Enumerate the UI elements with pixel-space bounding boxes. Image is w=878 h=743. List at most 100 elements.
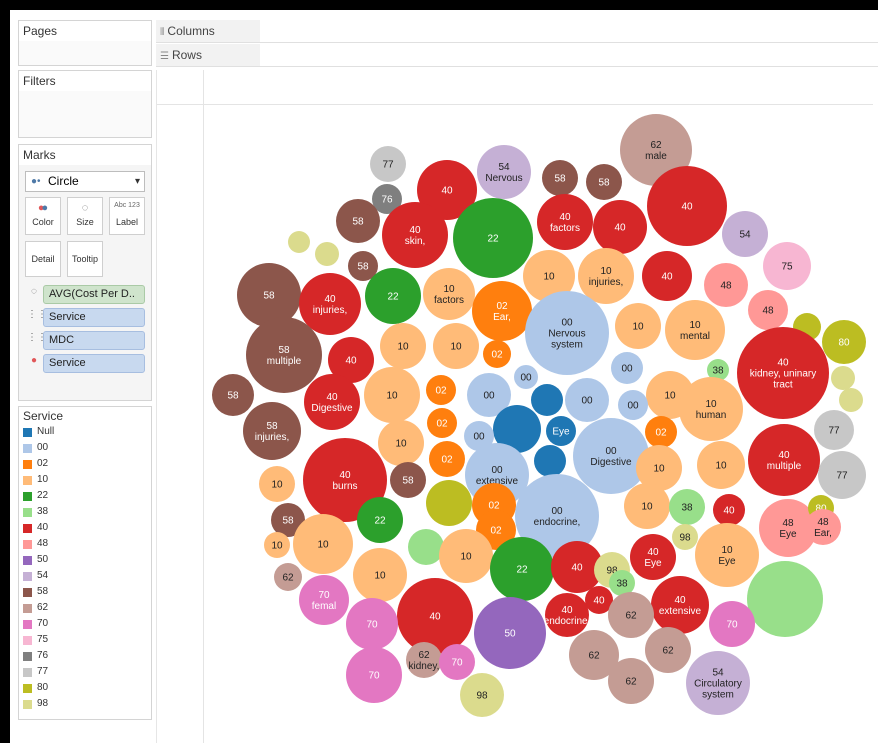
bubble-label: 02	[490, 526, 502, 537]
bubble-label: 54	[739, 230, 751, 241]
bubble-label: 75	[781, 262, 793, 273]
bubble-label: 58	[352, 217, 364, 228]
bubble-label: 40	[441, 186, 453, 197]
bubble-label: 76	[381, 195, 393, 206]
rows-shelf[interactable]: ☰ Rows	[156, 44, 878, 67]
bubble-label: 50	[504, 629, 516, 640]
bubble-service-80[interactable]	[426, 480, 472, 526]
bubble-label: 62	[282, 573, 294, 584]
bubble-label: 10	[450, 342, 462, 353]
bubble-label: 58	[402, 476, 414, 487]
color-button-label: Color	[32, 217, 54, 227]
bubble-service-null[interactable]	[531, 384, 563, 416]
legend-swatch	[23, 636, 32, 645]
legend-swatch	[23, 540, 32, 549]
detail-button[interactable]: Detail	[25, 241, 61, 277]
pill-mdc-detail[interactable]: ⋮⋮ MDC	[25, 331, 145, 350]
bubble-label: 00	[483, 391, 495, 402]
bubble-service-98[interactable]	[315, 242, 339, 266]
tooltip-button-label: Tooltip	[71, 254, 98, 264]
bubble-label: 10	[632, 322, 644, 333]
legend-label: 40	[37, 522, 49, 533]
legend-swatch	[23, 588, 32, 597]
legend-swatch	[23, 668, 32, 677]
bubble-label: 38	[616, 579, 628, 590]
marks-card: Marks ●• Circle ▾ ●● Color ◌ Size Abc 12…	[18, 144, 152, 401]
filters-drop-area[interactable]	[19, 91, 151, 137]
pill-avg-cost[interactable]: ◌ AVG(Cost Per D..	[25, 285, 145, 304]
size-button[interactable]: ◌ Size	[67, 197, 103, 235]
bubble-chart: 62 male77 54 Nervous 58 5876404040 factors 4058…	[212, 114, 866, 717]
columns-icon: ⦀	[160, 27, 165, 38]
circle-mark-icon: ●•	[31, 176, 41, 187]
bubble-label: 02	[488, 501, 500, 512]
bubble-label: 98	[476, 691, 488, 702]
color-button[interactable]: ●● Color	[25, 197, 61, 235]
bubble-label: Eye	[552, 427, 570, 438]
bubble-label: 62	[588, 651, 600, 662]
bubble-label: 10	[653, 464, 665, 475]
bubble-label: 10	[397, 342, 409, 353]
bubble-label: 70	[366, 620, 378, 631]
bubble-label: 40	[593, 596, 605, 607]
bubble-service-98[interactable]	[288, 231, 310, 253]
bubble-label: 10	[374, 571, 386, 582]
legend-label: 22	[37, 490, 49, 501]
bubble-service-38[interactable]	[747, 561, 823, 637]
pill-label: Service	[43, 308, 145, 327]
bubble-label: 10	[395, 439, 407, 450]
size-icon: ◌	[31, 286, 37, 297]
bubble-label: 40	[571, 563, 583, 574]
bubble-label: 40	[345, 356, 357, 367]
pill-label: MDC	[43, 331, 145, 350]
bubble-label: 80	[838, 338, 850, 349]
legend-swatch	[23, 556, 32, 565]
bubble-label: 70	[726, 620, 738, 631]
bubble-service-null[interactable]	[534, 445, 566, 477]
pages-drop-area[interactable]	[19, 41, 151, 65]
legend-label: 48	[37, 538, 49, 549]
rows-shelf-label: ☰ Rows	[156, 44, 260, 66]
legend-swatch	[23, 524, 32, 533]
bubble-label: 40	[614, 223, 626, 234]
bubble-label: 62	[625, 611, 637, 622]
bubble-label: 58	[282, 516, 294, 527]
bubble-service-98[interactable]	[839, 388, 863, 412]
columns-shelf[interactable]: ⦀ Columns	[156, 20, 878, 43]
filters-card[interactable]: Filters	[18, 70, 152, 138]
service-color-legend: Service Null 00 02 10 22 38 40 48 50 54 58 62 70 75 76…	[18, 406, 152, 720]
label-button[interactable]: Abc 123 Label	[109, 197, 145, 235]
pill-service-detail[interactable]: ⋮⋮ Service	[25, 308, 145, 327]
size-icon: ◌	[81, 202, 89, 214]
bubble-label: 58	[554, 174, 566, 185]
legend-swatch	[23, 700, 32, 709]
legend-swatch	[23, 684, 32, 693]
bubble-label: 62	[662, 646, 674, 657]
legend-swatch	[23, 492, 32, 501]
bubble-label: 10	[317, 540, 329, 551]
bubble-service-98[interactable]	[831, 366, 855, 390]
bubble-label: 02	[655, 428, 667, 439]
bubble-label: 77	[382, 160, 394, 171]
bubble-service-38[interactable]	[408, 529, 444, 565]
packed-bubble-view: 62 male 77 54 Nervous 58 58 76 40 40 40 factors 40 58…	[156, 70, 873, 743]
columns-shelf-label: ⦀ Columns	[156, 20, 260, 42]
legend-label: 10	[37, 474, 49, 485]
mark-type-dropdown[interactable]: ●• Circle ▾	[25, 171, 145, 192]
pill-service-color[interactable]: ● Service	[25, 354, 145, 373]
bubble-label: 58	[598, 178, 610, 189]
pages-card[interactable]: Pages	[18, 20, 152, 66]
bubble-label: 00	[473, 432, 485, 443]
tooltip-button[interactable]: Tooltip	[67, 241, 103, 277]
legend-label: 98	[37, 698, 49, 709]
rows-label-text: Rows	[171, 48, 202, 62]
legend-label: 02	[37, 458, 49, 469]
bubble-label: 10	[271, 541, 283, 552]
bubble-label: 10	[460, 552, 472, 563]
bubble-label: 10	[641, 502, 653, 513]
bubble-label: 70	[368, 671, 380, 682]
bubble-label: 00	[520, 373, 532, 384]
bubble-label: 40	[661, 272, 673, 283]
bubble-label: 40	[681, 202, 693, 213]
legend-swatch	[23, 652, 32, 661]
